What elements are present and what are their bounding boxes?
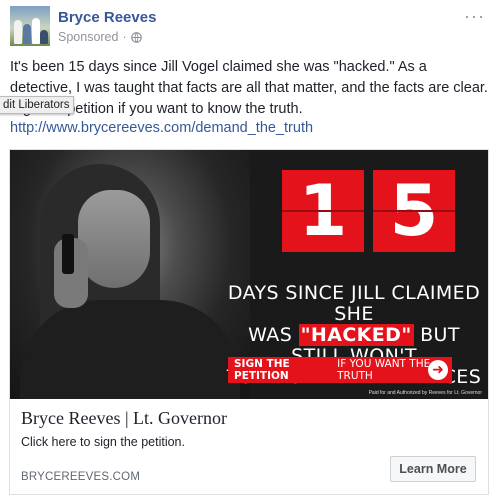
- card-domain: BRYCEREEVES.COM: [21, 471, 141, 483]
- post-link[interactable]: http://www.brycereeves.com/demand_the_tr…: [10, 120, 313, 136]
- petition-bold-text: SIGN THE PETITION: [234, 358, 290, 382]
- ad-card[interactable]: 1 5 DAYS SINCE JILL CLAIMED SHE WAS "HAC…: [9, 149, 489, 495]
- more-options-icon[interactable]: ···: [464, 6, 485, 27]
- sponsored-post: Bryce Reeves Sponsored · ··· It's been 1…: [0, 0, 497, 503]
- page-name-link[interactable]: Bryce Reeves: [58, 9, 156, 27]
- card-title[interactable]: Bryce Reeves | Lt. Governor: [21, 408, 227, 429]
- counter-digit: 5: [373, 170, 455, 252]
- link-preview-footer[interactable]: Bryce Reeves | Lt. Governor Click here t…: [10, 399, 488, 494]
- hacked-highlight: "HACKED": [298, 324, 414, 346]
- headline-line-1: DAYS SINCE JILL CLAIMED SHE: [227, 282, 481, 325]
- meta-separator: ·: [122, 30, 127, 44]
- learn-more-button[interactable]: Learn More: [390, 456, 476, 482]
- post-meta: Sponsored ·: [58, 30, 156, 44]
- sign-petition-banner[interactable]: SIGN THE PETITION IF YOU WANT THE TRUTH …: [228, 357, 452, 383]
- day-counter: 1 5: [282, 170, 455, 252]
- paid-for-disclaimer: Paid for and Authorized by Reeves for Lt…: [368, 390, 482, 396]
- globe-icon: [130, 31, 142, 43]
- ad-image[interactable]: 1 5 DAYS SINCE JILL CLAIMED SHE WAS "HAC…: [10, 150, 488, 399]
- card-description: Click here to sign the petition.: [21, 435, 185, 449]
- post-body-text: It's been 15 days since Jill Vogel claim…: [10, 59, 488, 117]
- sponsored-label[interactable]: Sponsored: [58, 30, 118, 44]
- arrow-right-circle-icon: ➜: [428, 360, 448, 380]
- post-header: Bryce Reeves Sponsored ·: [10, 6, 156, 50]
- page-name-block: Bryce Reeves Sponsored ·: [58, 9, 156, 50]
- tooltip: dit Liberators: [0, 96, 75, 114]
- counter-digit: 1: [282, 170, 364, 252]
- page-avatar[interactable]: [10, 6, 50, 46]
- woman-on-phone-photo: [10, 150, 250, 399]
